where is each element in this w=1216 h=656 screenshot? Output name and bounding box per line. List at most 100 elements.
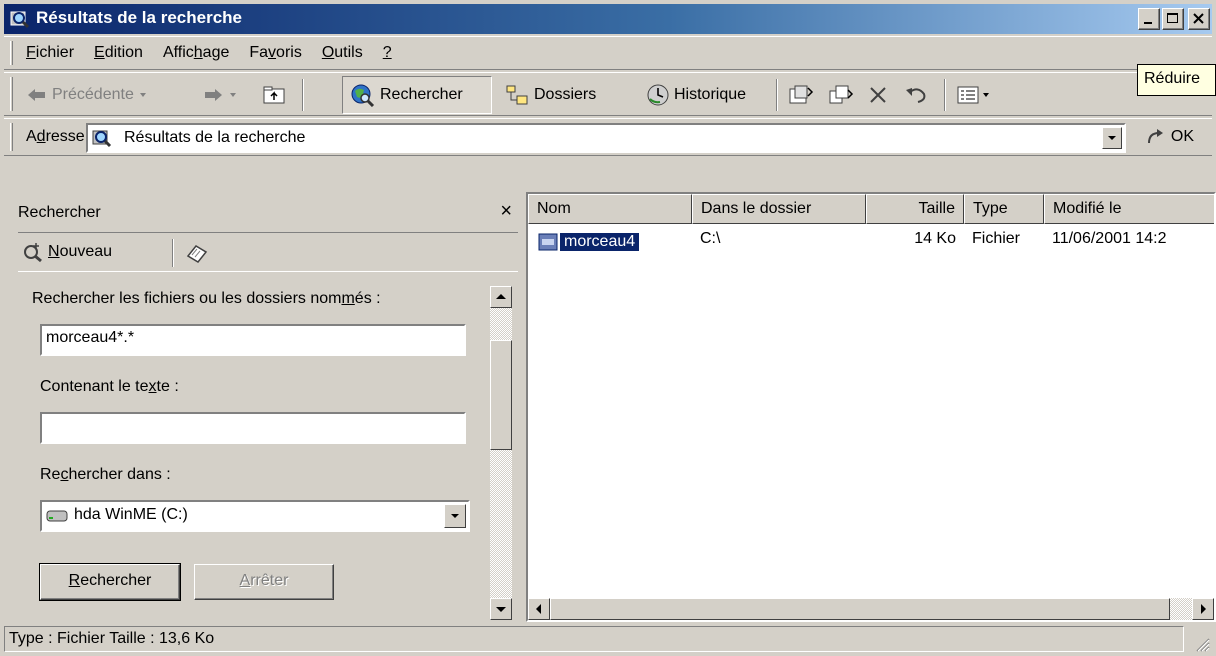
chevron-down-icon (139, 93, 146, 97)
undo-button[interactable] (904, 83, 930, 107)
scroll-up-button[interactable] (490, 286, 512, 308)
hard-drive-icon (46, 510, 68, 522)
title-bar[interactable]: Résultats de la recherche (4, 4, 1212, 34)
close-button[interactable] (1188, 8, 1210, 30)
menu-grip[interactable] (10, 41, 13, 65)
column-type[interactable]: Type (964, 194, 1044, 224)
text-label-text: Contenant le te (40, 378, 149, 395)
scroll-down-icon (496, 607, 506, 612)
scroll-down-button[interactable] (490, 598, 512, 620)
search-assistant-icon[interactable] (184, 242, 210, 264)
scroll-right-button[interactable] (1192, 598, 1214, 620)
address-label-accel: d (36, 128, 46, 145)
scroll-thumb[interactable] (490, 340, 512, 450)
address-combo[interactable]: Résultats de la recherche (86, 123, 1126, 153)
column-name[interactable]: Nom (528, 194, 692, 224)
menu-text: oris (276, 44, 302, 61)
stop-button[interactable]: Arrêter (194, 564, 334, 600)
lookin-label-text: hercher dans : (68, 466, 171, 483)
history-label: Historique (674, 86, 747, 103)
move-to-button[interactable] (788, 83, 814, 107)
file-name: morceau4 (558, 232, 641, 252)
menu-text: age (202, 44, 230, 61)
address-dropdown-button[interactable] (1102, 127, 1122, 149)
column-folder[interactable]: Dans le dossier (692, 194, 866, 224)
menu-outils[interactable]: Outils (322, 44, 363, 62)
names-label-accel: m (341, 290, 355, 307)
scroll-left-button[interactable] (528, 598, 550, 620)
folders-label: Dossiers (534, 86, 597, 103)
new-search-button[interactable]: Nouveau (22, 241, 112, 263)
go-button[interactable]: OK (1145, 127, 1194, 147)
lookin-select[interactable]: hda WinME (C:) (40, 500, 470, 532)
chevron-down-icon (230, 93, 236, 97)
address-bar: Adresse Résultats de la recherche OK (4, 118, 1212, 156)
history-button[interactable]: Historique (646, 83, 746, 107)
new-label: ouveau (59, 243, 113, 260)
menu-text: Fa (249, 44, 269, 61)
menu-text: ichier (35, 44, 75, 61)
forward-button[interactable] (202, 83, 242, 107)
new-search-icon (24, 243, 42, 263)
menu-accel: O (321, 44, 335, 61)
search-label: Rechercher (380, 86, 463, 103)
toolbar-grip[interactable] (10, 77, 13, 111)
column-modified[interactable]: Modifié le (1044, 194, 1214, 224)
copy-to-button[interactable] (828, 83, 854, 107)
folders-button[interactable]: Dossiers (506, 83, 596, 107)
results-hscrollbar[interactable] (528, 598, 1214, 620)
explorer-window: Résultats de la recherche Fichier Editio… (0, 0, 1216, 656)
maximize-button[interactable] (1162, 8, 1184, 30)
folders-icon (506, 85, 528, 105)
search-now-button[interactable]: Rechercher (39, 563, 181, 601)
search-pane-scrollbar[interactable] (490, 286, 512, 620)
delete-button[interactable] (866, 83, 890, 107)
column-size[interactable]: Taille (866, 194, 964, 224)
resize-grip-icon[interactable] (1192, 634, 1210, 652)
minimize-button[interactable] (1138, 8, 1160, 30)
minimize-icon (1144, 22, 1152, 24)
close-pane-button[interactable]: × (500, 200, 512, 223)
lookin-label: Rechercher dans : (40, 466, 171, 484)
search-button[interactable]: Rechercher (350, 83, 463, 107)
minimize-tooltip: Réduire (1137, 64, 1216, 96)
containing-text-input[interactable] (40, 412, 466, 444)
forward-arrow-icon (205, 89, 222, 101)
menu-affichage[interactable]: Affichage (163, 44, 229, 62)
standard-toolbar: Précédente Rechercher Dossiers Historiqu… (4, 72, 1212, 116)
hscroll-thumb[interactable] (550, 598, 1170, 620)
up-folder-button[interactable] (262, 83, 288, 107)
address-grip[interactable] (10, 123, 13, 151)
back-arrow-icon (28, 89, 45, 101)
window-title: Résultats de la recherche (36, 8, 242, 27)
menu-edition[interactable]: Edition (94, 44, 143, 62)
status-text: Type : Fichier Taille : 13,6 Ko (4, 626, 1184, 652)
menu-fichier[interactable]: Fichier (26, 44, 74, 62)
menu-accel: v (268, 44, 277, 61)
results-list[interactable]: Nom Dans le dossier Taille Type Modifié … (526, 192, 1216, 622)
menu-text: dition (104, 44, 143, 61)
cell-folder: C:\ (700, 230, 721, 247)
search-results-icon (92, 130, 112, 148)
new-accel: N (48, 243, 60, 260)
up-folder-icon (263, 86, 285, 104)
maximize-icon (1167, 13, 1178, 23)
menu-accel: E (94, 44, 105, 61)
cell-name[interactable]: morceau4 (528, 228, 692, 254)
menu-favoris[interactable]: Favoris (249, 44, 301, 62)
table-row[interactable]: morceau4 C:\ 14 Ko Fichier 11/06/2001 14… (528, 228, 1214, 254)
scroll-right-icon (1201, 604, 1206, 614)
back-label: Précédente (52, 86, 134, 103)
scroll-left-icon (536, 604, 541, 614)
names-label: Rechercher les fichiers ou les dossiers … (32, 290, 381, 308)
stop-accel: A (239, 572, 251, 589)
menu-accel: F (26, 44, 36, 61)
menu-help[interactable]: ? (383, 44, 392, 62)
back-button[interactable]: Précédente (26, 83, 152, 107)
views-button[interactable] (956, 83, 996, 107)
filename-input[interactable]: morceau4*.* (40, 324, 466, 356)
names-label-text: Rechercher les fichiers ou les dossiers … (32, 290, 342, 307)
menu-text: Affic (162, 44, 194, 61)
pane-splitter[interactable] (518, 192, 526, 622)
lookin-dropdown-button[interactable] (444, 504, 466, 528)
